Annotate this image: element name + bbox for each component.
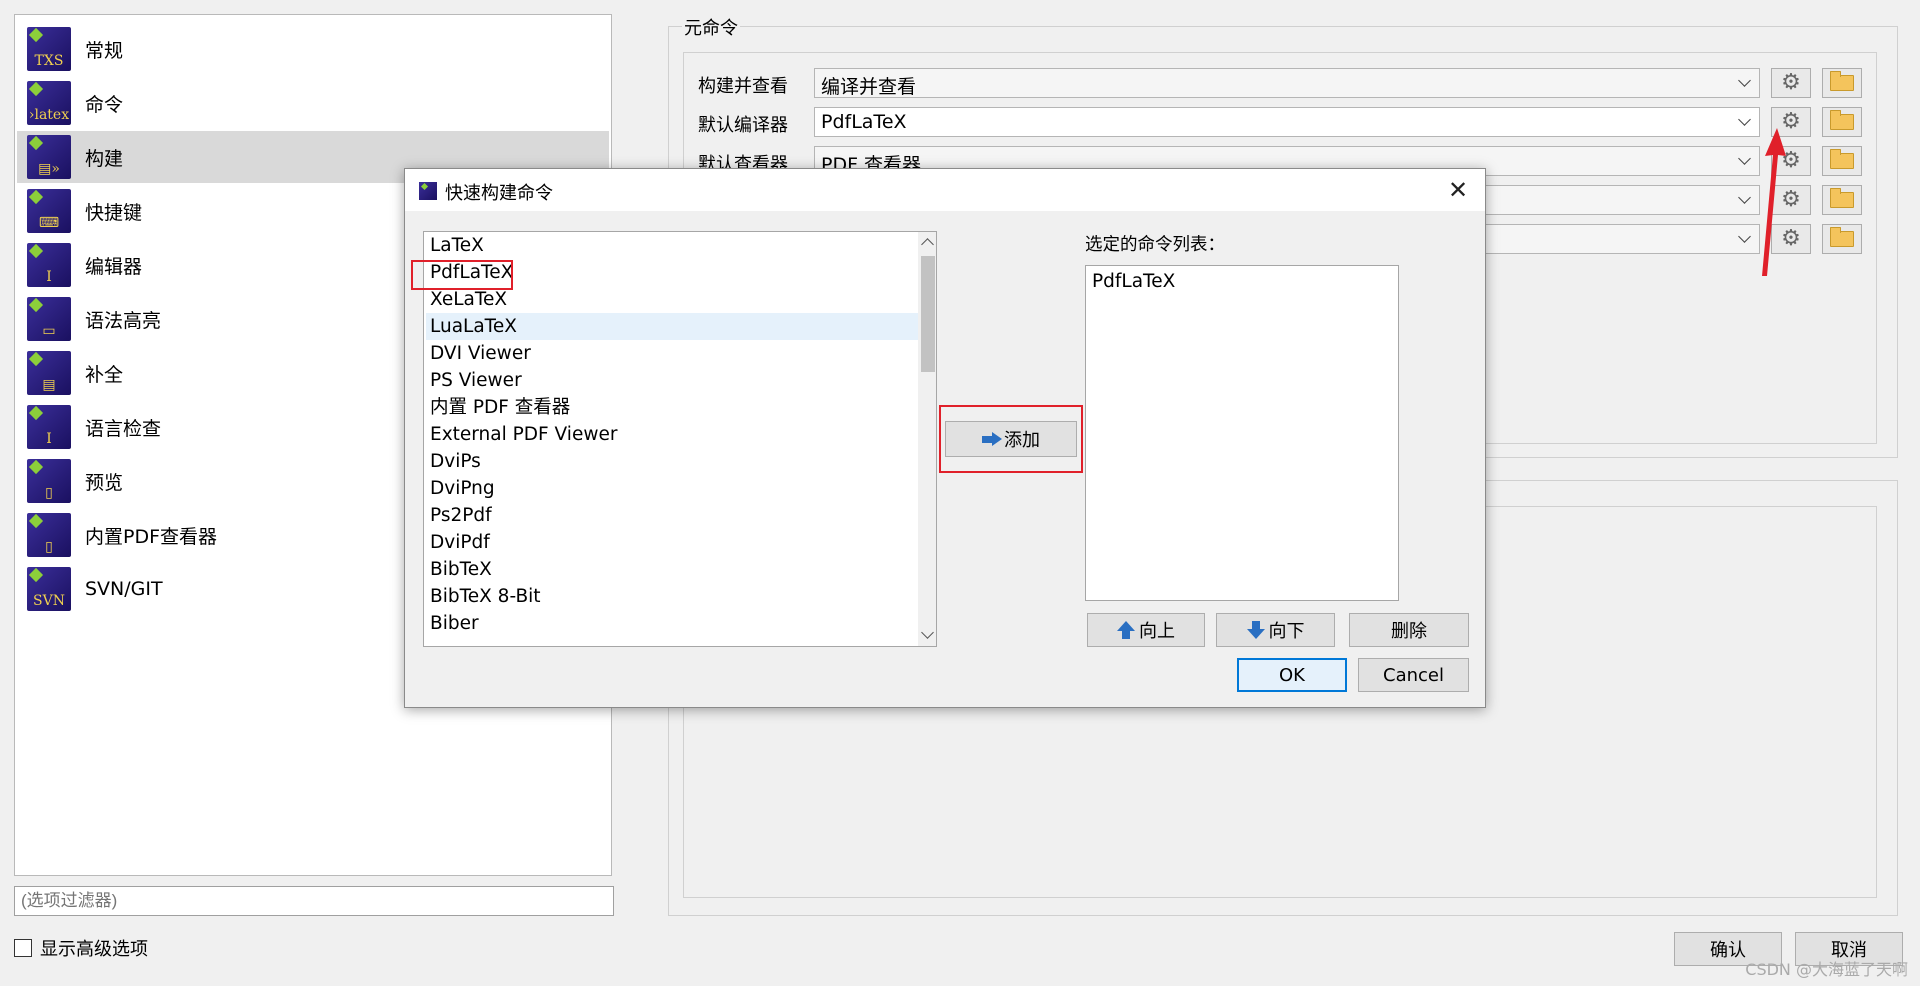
preview-icon: ▯	[27, 459, 71, 503]
nav-item-label: 构建	[85, 147, 124, 170]
dialog-title: 快速构建命令	[445, 183, 553, 204]
command-item-biber[interactable]: Biber	[430, 610, 916, 637]
command-item-lualatex[interactable]: LuaLaTeX	[426, 313, 920, 340]
nav-item-label: 预览	[85, 471, 124, 494]
command-item-bibtex[interactable]: BibTeX	[430, 556, 916, 583]
spellcheck-icon: I	[27, 405, 71, 449]
command-item-latex[interactable]: LaTeX	[430, 232, 916, 259]
dialog-ok-button[interactable]: OK	[1237, 658, 1347, 692]
command-item-xelatex[interactable]: XeLaTeX	[430, 286, 916, 313]
nav-item-general[interactable]: TXS 常规	[17, 23, 609, 75]
meta-row-5-folder-button[interactable]	[1822, 224, 1862, 254]
show-advanced-checkbox[interactable]	[14, 939, 32, 957]
completion-icon: ▤	[27, 351, 71, 395]
chevron-down-icon	[1738, 230, 1751, 243]
chevron-down-icon	[1738, 152, 1751, 165]
build-view-value: 编译并查看	[821, 76, 917, 98]
close-icon[interactable]: ✕	[1441, 174, 1475, 206]
default-compiler-folder-button[interactable]	[1822, 107, 1862, 137]
build-view-config-button[interactable]: ⚙	[1771, 68, 1811, 98]
build-view-combo[interactable]: 编译并查看	[814, 68, 1760, 98]
arrow-up-icon	[1117, 621, 1135, 639]
chevron-down-icon	[1738, 74, 1751, 87]
command-item-dvips[interactable]: DviPs	[430, 448, 916, 475]
nav-item-label: 快捷键	[85, 201, 143, 224]
editor-icon: I	[27, 243, 71, 287]
chevron-down-icon	[1738, 113, 1751, 126]
scroll-up-icon[interactable]	[921, 238, 934, 251]
nav-item-label: 常规	[85, 39, 124, 62]
command-list-scrollbar[interactable]	[918, 232, 936, 646]
nav-item-label: 编辑器	[85, 255, 143, 278]
folder-icon	[1830, 149, 1854, 169]
dialog-cancel-button[interactable]: Cancel	[1358, 658, 1469, 692]
default-compiler-value: PdfLaTeX	[821, 111, 907, 133]
highlight-icon: ▭	[27, 297, 71, 341]
nav-item-label: 补全	[85, 363, 124, 386]
selected-command-item[interactable]: PdfLaTeX	[1092, 268, 1175, 295]
meta-row-4-folder-button[interactable]	[1822, 185, 1862, 215]
add-button-label: 添加	[1004, 430, 1040, 451]
keyboard-icon: ⌨	[27, 189, 71, 233]
pdf-viewer-icon: ▯	[27, 513, 71, 557]
move-up-label: 向上	[1139, 621, 1175, 642]
txs-icon: TXS	[27, 27, 71, 71]
chevron-down-icon	[1738, 191, 1751, 204]
show-advanced-label: 显示高级选项	[40, 939, 148, 960]
move-down-label: 向下	[1268, 621, 1305, 642]
nav-item-label: 语法高亮	[85, 309, 162, 332]
nav-item-label: 命令	[85, 93, 124, 116]
quick-build-dialog: 快速构建命令 ✕ LaTeX PdfLaTeX XeLaTeX LuaLaTeX…	[404, 168, 1486, 708]
filter-input[interactable]	[14, 886, 614, 916]
command-item-ps2pdf[interactable]: Ps2Pdf	[430, 502, 916, 529]
selected-commands-list[interactable]: PdfLaTeX	[1085, 265, 1399, 601]
delete-button[interactable]: 删除	[1349, 613, 1469, 647]
nav-item-label: SVN/GIT	[85, 578, 163, 600]
folder-icon	[1830, 188, 1854, 208]
default-compiler-combo[interactable]: PdfLaTeX	[814, 107, 1760, 137]
build-view-folder-button[interactable]	[1822, 68, 1862, 98]
arrow-down-icon	[1246, 621, 1265, 639]
available-commands-list[interactable]: LaTeX PdfLaTeX XeLaTeX LuaLaTeX DVI View…	[423, 231, 937, 647]
nav-item-commands[interactable]: ›latex 命令	[17, 77, 609, 129]
add-button[interactable]: 添加	[945, 421, 1077, 457]
command-item-dvipng[interactable]: DviPng	[430, 475, 916, 502]
command-item-internal-pdf-viewer[interactable]: 内置 PDF 查看器	[430, 394, 916, 421]
move-down-button[interactable]: 向下	[1216, 613, 1335, 647]
scroll-down-icon[interactable]	[921, 626, 934, 639]
txs-app-icon	[419, 182, 437, 200]
scrollbar-thumb[interactable]	[921, 256, 935, 372]
default-viewer-folder-button[interactable]	[1822, 146, 1862, 176]
nav-item-label: 内置PDF查看器	[85, 525, 218, 548]
command-item-bibtex-8bit[interactable]: BibTeX 8-Bit	[430, 583, 916, 610]
folder-icon	[1830, 71, 1854, 91]
folder-icon	[1830, 227, 1854, 247]
command-item-dvipdf[interactable]: DviPdf	[430, 529, 916, 556]
command-item-external-pdf-viewer[interactable]: External PDF Viewer	[430, 421, 916, 448]
gear-icon: ⚙	[1781, 70, 1801, 95]
move-up-button[interactable]: 向上	[1087, 613, 1205, 647]
arrow-right-icon	[982, 435, 992, 443]
latex-icon: ›latex	[27, 81, 71, 125]
svn-icon: SVN	[27, 567, 71, 611]
command-item-ps-viewer[interactable]: PS Viewer	[430, 367, 916, 394]
default-compiler-label: 默认编译器	[698, 115, 788, 136]
pdflatex-highlight-box	[411, 260, 513, 290]
build-view-label: 构建并查看	[698, 76, 788, 97]
nav-item-label: 语言检查	[85, 417, 162, 440]
selected-commands-label: 选定的命令列表：	[1085, 235, 1225, 255]
watermark-text: CSDN @大海蓝了天啊	[1745, 960, 1908, 979]
meta-commands-legend: 元命令	[682, 14, 740, 40]
folder-icon	[1830, 110, 1854, 130]
red-arrow-annotation	[1762, 128, 1786, 276]
command-item-dvi-viewer[interactable]: DVI Viewer	[430, 340, 916, 367]
build-icon: ▤»	[27, 135, 71, 179]
dialog-titlebar[interactable]	[405, 169, 1485, 211]
